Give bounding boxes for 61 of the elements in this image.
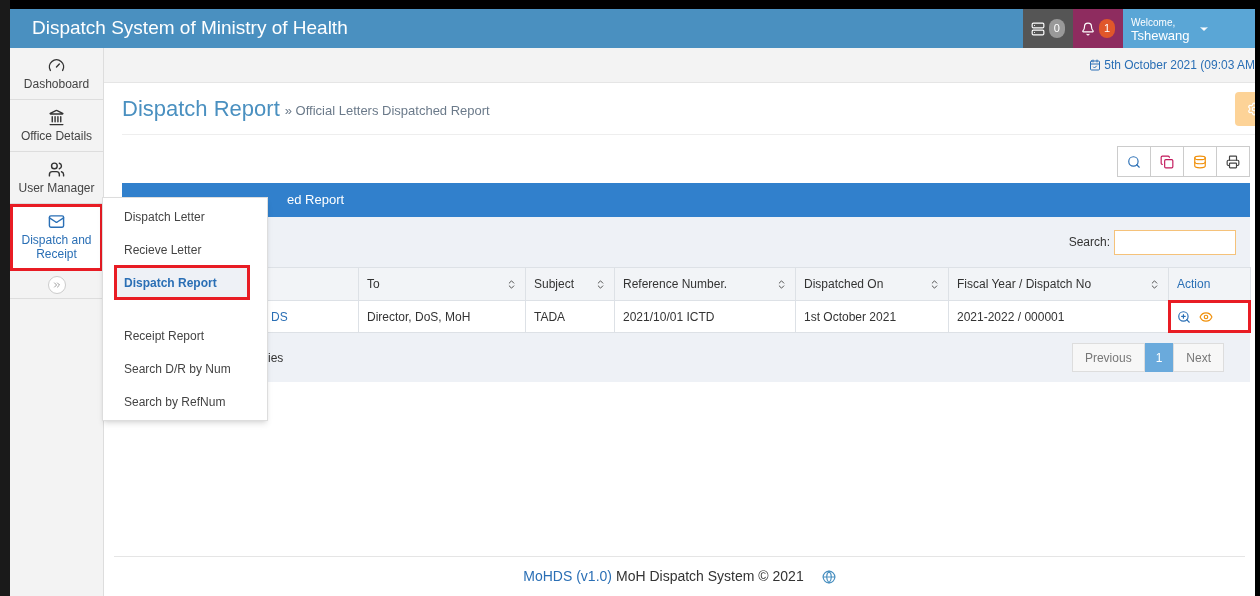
app-title: Dispatch System of Ministry of Health: [31, 16, 349, 41]
zoom-in-button[interactable]: [1177, 309, 1191, 324]
user-name: Tshewang: [1131, 28, 1190, 42]
footer-text: MoH Dispatch System © 2021: [615, 567, 804, 586]
column-header[interactable]: Reference Number.: [614, 267, 796, 301]
eye-icon: [1199, 309, 1213, 324]
copy-icon: [1160, 154, 1174, 169]
sort-icon: [595, 278, 606, 290]
column-header[interactable]: Fiscal Year / Dispatch No: [948, 267, 1169, 301]
next-button[interactable]: Next: [1173, 343, 1224, 372]
sort-icon: [929, 278, 940, 290]
previous-button[interactable]: Previous: [1071, 343, 1145, 372]
toolbar-button[interactable]: [1216, 146, 1250, 177]
page-title: Dispatch Report: [122, 95, 280, 123]
panel-title: ed Report: [287, 191, 345, 210]
menu-item[interactable]: Dispatch Letter: [103, 200, 267, 233]
double-chevron-icon: [51, 279, 62, 290]
column-header[interactable]: Dispatched On: [795, 267, 949, 301]
menu-item[interactable]: Search by RefNum: [103, 385, 267, 418]
server-icon: [1030, 21, 1045, 36]
users-icon: [48, 160, 65, 178]
print-icon: [1226, 154, 1240, 169]
globe-icon: [821, 569, 836, 584]
view-button[interactable]: [1199, 309, 1213, 324]
sort-icon: [776, 278, 787, 290]
database-icon: [1193, 154, 1207, 169]
date-text: 5th October 2021 (09:03 AM: [1104, 57, 1255, 74]
collapse-button[interactable]: [47, 275, 66, 294]
table-cell: 2021/10/01 ICTD: [614, 300, 796, 333]
footer-brand: MoHDS (v1.0): [523, 567, 612, 586]
gauge-icon: [48, 56, 65, 74]
toolbar-button[interactable]: [1150, 146, 1184, 177]
bank-icon: [48, 108, 65, 126]
menu-item[interactable]: Dispatch Report: [115, 266, 249, 299]
notification-button[interactable]: 1: [1072, 9, 1123, 48]
sort-icon: [1149, 278, 1160, 290]
sidebar-item[interactable]: Dispatch and Receipt: [10, 204, 103, 271]
settings-button[interactable]: [1235, 91, 1255, 126]
sidebar-item[interactable]: Office Details: [10, 100, 103, 152]
count-badge: 0: [1048, 19, 1065, 38]
bell-icon: [1080, 21, 1095, 36]
calendar-icon: [1089, 59, 1102, 71]
count-badge: 1: [1098, 19, 1115, 38]
column-header: Action: [1168, 267, 1251, 301]
envelope-icon: [48, 213, 65, 230]
breadcrumb: » Official Letters Dispatched Report: [284, 102, 491, 121]
zoom-in-icon: [1177, 309, 1191, 324]
search-icon: [1127, 154, 1141, 169]
search-field[interactable]: [1114, 229, 1236, 255]
welcome-text: Welcome,: [1131, 15, 1177, 29]
sidebar-item[interactable]: Dashoboard: [10, 48, 103, 100]
sort-icon: [506, 278, 517, 290]
table-cell: Director, DoS, MoH: [358, 300, 526, 333]
search-label: Search:: [1068, 234, 1110, 251]
table-cell: TADA: [525, 300, 615, 333]
table-cell: 1st October 2021: [795, 300, 949, 333]
column-header[interactable]: To: [358, 267, 526, 301]
column-header[interactable]: Subject: [525, 267, 615, 301]
menu-item[interactable]: Search D/R by Num: [103, 352, 267, 385]
menu-item[interactable]: Recieve Letter: [103, 233, 267, 266]
table-info: ies: [267, 349, 284, 367]
